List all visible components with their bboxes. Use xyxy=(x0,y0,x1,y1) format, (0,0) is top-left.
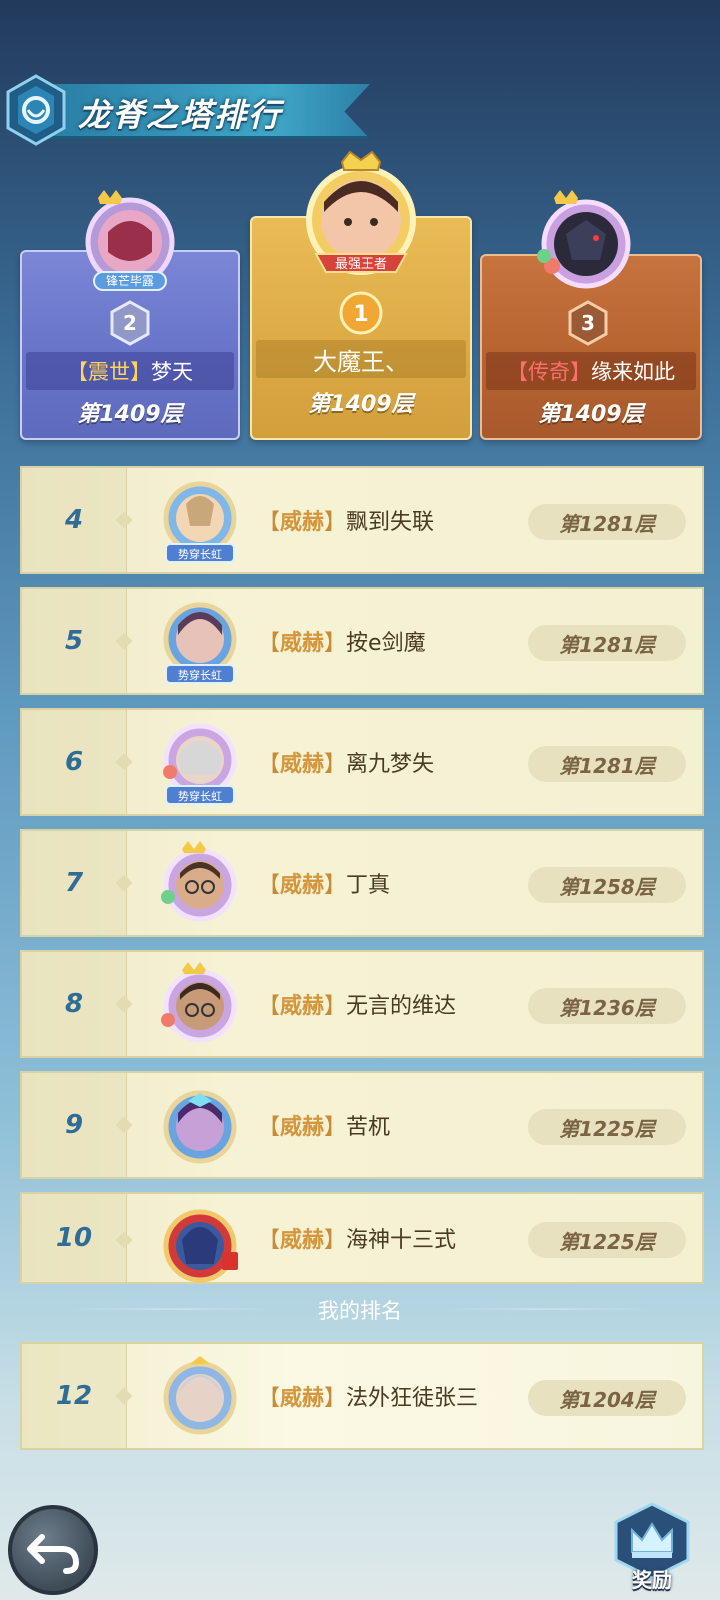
tower-emblem-icon xyxy=(6,74,66,146)
podium-rank-number-1: 1 xyxy=(353,302,368,327)
avatar-frame-icon[interactable] xyxy=(524,190,648,302)
ranking-row-8[interactable]: 8 【威赫】无言的维达 第1236层 xyxy=(20,950,704,1058)
podium-card-rank-3[interactable]: 3 【传奇】 缘来如此 第1409层 xyxy=(480,190,702,440)
rank-number: 12 xyxy=(55,1381,93,1411)
reward-label: 奖励 xyxy=(632,1568,672,1592)
rank-1-medal-icon: 1 xyxy=(339,291,383,335)
ranking-row-6[interactable]: 6 势穿长虹 【威赫】离九梦失 第1281层 xyxy=(20,708,704,816)
rank-number: 5 xyxy=(64,626,84,656)
floor-badge: 第1258层 xyxy=(528,867,686,903)
player-name: 【威赫】法外狂徒张三 xyxy=(258,1386,479,1411)
ranking-row-5[interactable]: 5 势穿长虹 【威赫】按e剑魔 第1281层 xyxy=(20,587,704,695)
player-name: 【威赫】苦杌 xyxy=(258,1115,391,1140)
player-name: 【威赫】离九梦失 xyxy=(258,752,435,777)
floor-badge: 第1225层 xyxy=(528,1222,686,1258)
podium-badge-2: 锋芒毕露 xyxy=(106,273,154,288)
player-name: 【威赫】海神十三式 xyxy=(258,1228,457,1253)
ranking-row-4[interactable]: 4 势穿长虹 【威赫】飘到失联 第1281层 xyxy=(20,466,704,574)
floor-badge: 第1281层 xyxy=(528,625,686,661)
rank-number: 9 xyxy=(64,1110,84,1140)
avatar-frame-icon[interactable]: 最强王者 xyxy=(288,150,434,290)
podium-rank-number-2: 2 xyxy=(123,311,137,335)
player-name: 【威赫】飘到失联 xyxy=(258,510,435,535)
floor-badge: 第1225层 xyxy=(528,1109,686,1145)
reward-button[interactable]: 奖励 xyxy=(610,1500,694,1596)
podium-rank-number-3: 3 xyxy=(581,311,595,335)
avatar-frame-icon[interactable]: 势穿长虹 xyxy=(152,474,248,570)
podium-badge-1: 最强王者 xyxy=(335,257,387,272)
avatar-frame-icon[interactable] xyxy=(152,958,248,1054)
frame-label: 势穿长虹 xyxy=(178,668,222,682)
avatar-frame-icon[interactable] xyxy=(152,1350,248,1446)
avatar-frame-icon[interactable] xyxy=(152,837,248,933)
avatar-frame-icon[interactable]: 锋芒毕露 xyxy=(68,190,192,300)
floor-badge: 第1204层 xyxy=(528,1380,686,1416)
floor-badge: 第1281层 xyxy=(528,504,686,540)
podium-tag-3: 【传奇】 xyxy=(507,360,591,384)
podium-floor-3: 第1409层 xyxy=(538,402,644,427)
podium-name-2: 【震世】 梦天 xyxy=(26,352,234,390)
title-banner: 龙脊之塔排行 xyxy=(0,72,380,152)
rank-number: 6 xyxy=(64,747,84,777)
floor-badge: 第1236层 xyxy=(528,988,686,1024)
frame-label: 势穿长虹 xyxy=(178,547,222,561)
avatar-frame-icon[interactable]: 势穿长虹 xyxy=(152,716,248,812)
ranking-row-7[interactable]: 7 【威赫】丁真 第1258层 xyxy=(20,829,704,937)
rank-number: 10 xyxy=(55,1223,93,1253)
back-button[interactable] xyxy=(8,1505,98,1595)
rank-number: 4 xyxy=(64,505,84,535)
rank-number: 7 xyxy=(64,868,84,898)
avatar-frame-icon[interactable]: 势穿长虹 xyxy=(152,595,248,691)
podium-name-1: 大魔王、 xyxy=(256,340,466,378)
rank-2-medal-icon: 2 xyxy=(110,300,150,346)
floor-badge: 第1281层 xyxy=(528,746,686,782)
ranking-row-10[interactable]: 10 【威赫】海神十三式 第1225层 xyxy=(20,1192,704,1284)
my-ranking-row[interactable]: 12 【威赫】法外狂徒张三 第1204层 xyxy=(20,1342,704,1450)
title-ribbon: 龙脊之塔排行 xyxy=(50,84,370,139)
podium-floor-2: 第1409层 xyxy=(77,402,183,427)
my-rank-label: 我的排名 xyxy=(318,1299,402,1323)
player-name: 【威赫】丁真 xyxy=(258,873,391,898)
player-name: 【威赫】按e剑魔 xyxy=(258,631,426,656)
page-title: 龙脊之塔排行 xyxy=(78,96,283,134)
podium-floor-1: 第1409层 xyxy=(308,392,414,417)
avatar-frame-icon[interactable] xyxy=(152,1079,248,1175)
player-name: 【威赫】无言的维达 xyxy=(258,994,457,1019)
podium-card-rank-2[interactable]: 锋芒毕露 2 【震世】 梦天 第1409层 xyxy=(20,190,240,440)
podium-tag-2: 【震世】 xyxy=(67,360,151,384)
rank-number: 8 xyxy=(64,989,84,1019)
ranking-row-9[interactable]: 9 【威赫】苦杌 第1225层 xyxy=(20,1071,704,1179)
podium-card-rank-1[interactable]: 最强王者 1 大魔王、 第1409层 xyxy=(250,150,472,440)
back-arrow-icon xyxy=(27,1534,80,1574)
avatar-frame-icon[interactable] xyxy=(152,1200,248,1286)
podium-name-3: 【传奇】 缘来如此 xyxy=(486,352,696,390)
frame-label: 势穿长虹 xyxy=(178,789,222,803)
rank-3-medal-icon: 3 xyxy=(568,300,608,346)
